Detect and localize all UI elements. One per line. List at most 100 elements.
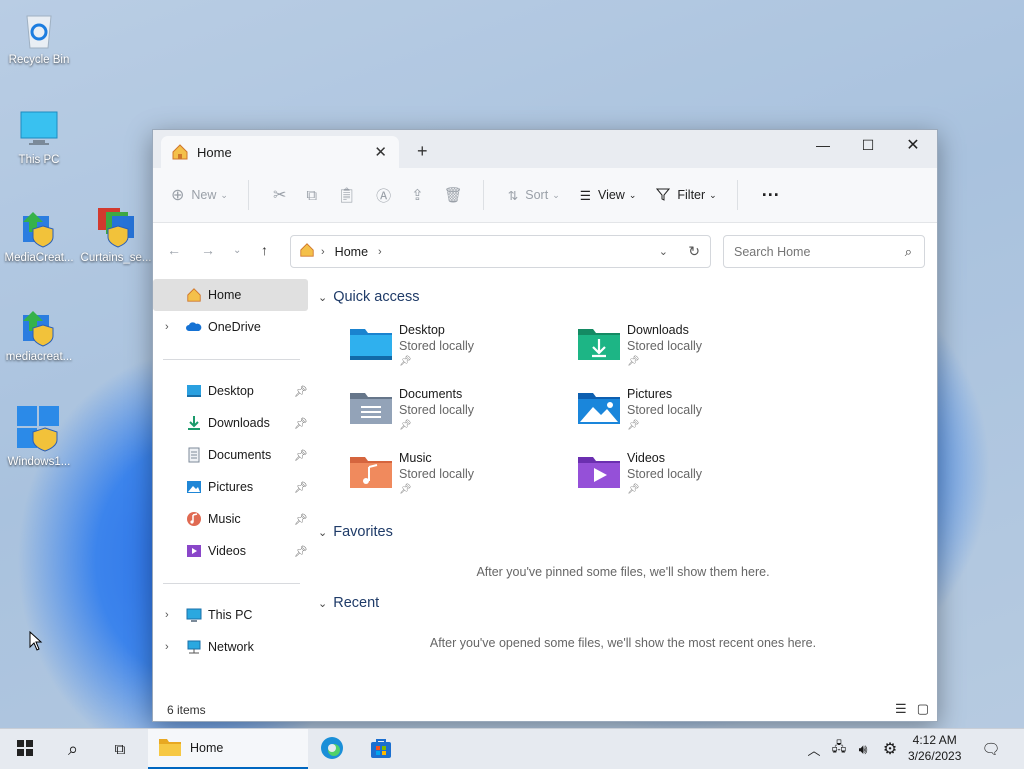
close-tab-icon[interactable]: ✕ — [374, 143, 387, 161]
more-options-button[interactable]: ··· — [762, 185, 780, 206]
show-hidden-icons-button[interactable]: ︿ — [806, 729, 822, 769]
desktop-icon-label: Recycle Bin — [8, 54, 70, 66]
nav-item-music[interactable]: Music 📌︎ — [153, 503, 308, 535]
search-icon: ⌕ — [67, 738, 79, 759]
folder-icon — [158, 737, 182, 760]
pin-icon: 📌︎ — [627, 420, 640, 431]
divider — [736, 180, 738, 210]
downloads-folder-icon — [577, 325, 621, 361]
pin-icon[interactable]: 📌︎ — [294, 385, 308, 398]
item-location: Stored locally — [627, 403, 703, 417]
details-view-icon[interactable]: ☰ — [895, 701, 907, 717]
music-note-icon — [186, 511, 202, 527]
video-icon — [186, 543, 202, 559]
chevron-right-icon[interactable]: › — [165, 641, 169, 653]
section-recent[interactable]: ⌄ Recent — [318, 595, 379, 611]
start-button[interactable] — [10, 729, 40, 769]
nav-item-onedrive[interactable]: › OneDrive — [153, 311, 308, 343]
desktop-icon-recycle-bin[interactable]: Recycle Bin — [1, 10, 77, 66]
cut-icon[interactable]: ✂ — [273, 185, 286, 205]
tiles-view-icon[interactable]: ▢ — [917, 701, 929, 717]
chevron-right-icon[interactable]: › — [165, 321, 169, 333]
nav-item-downloads[interactable]: Downloads 📌︎ — [153, 407, 308, 439]
recent-empty-message: After you've opened some files, we'll sh… — [429, 636, 817, 650]
view-button[interactable]: ☰ View ⌄ — [580, 188, 637, 203]
favorites-empty-message: After you've pinned some files, we'll sh… — [476, 565, 770, 579]
search-input[interactable] — [732, 243, 896, 260]
installer-shield-icon — [19, 208, 59, 248]
search-button[interactable]: ⌕ — [58, 729, 88, 769]
paste-icon[interactable]: 📋︎ — [337, 186, 356, 204]
pin-icon[interactable]: 📌︎ — [294, 481, 308, 494]
recent-locations-chevron-icon[interactable]: ⌄ — [233, 245, 241, 256]
nav-item-pictures[interactable]: Pictures 📌︎ — [153, 471, 308, 503]
filter-button[interactable]: Filter ⌄ — [656, 187, 717, 204]
task-view-button[interactable]: ⧉ — [105, 729, 135, 769]
maximize-button[interactable]: ☐ — [845, 130, 891, 160]
sort-button[interactable]: ⇅ Sort ⌄ — [508, 188, 560, 203]
search-icon[interactable]: ⌕ — [905, 244, 912, 260]
refresh-icon[interactable]: ↻ — [688, 243, 700, 260]
new-button[interactable]: ⊕ New ⌄ — [171, 185, 228, 205]
nav-item-documents[interactable]: Documents 📌︎ — [153, 439, 308, 471]
breadcrumb-home[interactable]: Home — [335, 245, 368, 259]
desktop-icon-label: Windows1... — [7, 456, 71, 468]
section-quick-access[interactable]: ⌄ Quick access — [318, 289, 419, 305]
share-icon[interactable]: ⇪ — [411, 186, 424, 204]
content-pane: ⌄ Quick access Desktop Stored locally 📌︎… — [313, 277, 933, 697]
pin-icon: 📌︎ — [399, 420, 412, 431]
pin-icon[interactable]: 📌︎ — [294, 417, 308, 430]
nav-item-home[interactable]: Home — [153, 279, 308, 311]
section-title: Favorites — [333, 524, 393, 540]
notifications-button[interactable]: 🗨︎ — [980, 729, 1002, 769]
quick-access-item-downloads[interactable]: Downloads Stored locally 📌︎ — [577, 323, 787, 383]
volume-tray-icon[interactable]: 🔊︎ — [853, 729, 873, 769]
address-dropdown-icon[interactable]: ⌄ — [659, 245, 668, 258]
nav-item-network[interactable]: › Network — [153, 631, 308, 663]
section-favorites[interactable]: ⌄ Favorites — [318, 524, 393, 540]
delete-icon[interactable]: 🗑︎ — [444, 186, 463, 204]
back-arrow-icon[interactable]: ← — [167, 242, 181, 258]
new-tab-button[interactable]: + — [417, 141, 428, 162]
gear-icon: ⚙ — [882, 741, 898, 758]
desktop-icon-windows-setup[interactable]: Windows1... — [1, 404, 77, 468]
quick-access-item-desktop[interactable]: Desktop Stored locally 📌︎ — [349, 323, 559, 383]
quick-access-item-videos[interactable]: Videos Stored locally 📌︎ — [577, 451, 787, 511]
nav-item-label: Music — [208, 512, 241, 526]
up-arrow-icon[interactable]: ↑ — [261, 242, 268, 258]
quick-access-item-documents[interactable]: Documents Stored locally 📌︎ — [349, 387, 559, 447]
tab-home[interactable]: Home ✕ — [161, 136, 399, 168]
speaker-icon: 🔊︎ — [858, 740, 868, 757]
settings-tray-icon[interactable]: ⚙ — [880, 729, 900, 769]
desktop-icon-curtains[interactable]: Curtains_se... — [78, 208, 154, 264]
desktop-icon-mediacreation-lower[interactable]: mediacreat... — [1, 307, 77, 363]
quick-access-item-pictures[interactable]: Pictures Stored locally 📌︎ — [577, 387, 787, 447]
quick-access-item-music[interactable]: Music Stored locally 📌︎ — [349, 451, 559, 511]
taskbar-edge[interactable] — [318, 729, 346, 769]
taskbar-store[interactable] — [367, 729, 395, 769]
pin-icon[interactable]: 📌︎ — [294, 449, 308, 462]
address-bar[interactable]: › Home › ⌄ ↻ — [290, 235, 711, 268]
minimize-button[interactable]: — — [800, 130, 846, 160]
nav-item-label: Network — [208, 640, 254, 654]
nav-item-this-pc[interactable]: › This PC — [153, 599, 308, 631]
copy-icon[interactable]: ⧉ — [306, 187, 317, 204]
network-tray-icon[interactable]: 🖧︎ — [829, 729, 849, 769]
filter-icon — [656, 187, 671, 204]
chevron-right-icon[interactable]: › — [165, 609, 169, 621]
monitor-icon — [186, 607, 202, 623]
desktop-icon-mediacreationtool[interactable]: MediaCreat... — [1, 208, 77, 264]
nav-item-videos[interactable]: Videos 📌︎ — [153, 535, 308, 567]
nav-item-label: Documents — [208, 448, 272, 462]
clock[interactable]: 4:12 AM 3/26/2023 — [908, 732, 961, 764]
pin-icon[interactable]: 📌︎ — [294, 545, 308, 558]
mouse-cursor-icon — [29, 630, 43, 654]
rename-icon[interactable]: Ⓐ — [376, 185, 391, 206]
clock-time: 4:12 AM — [912, 733, 957, 747]
nav-item-desktop[interactable]: Desktop 📌︎ — [153, 375, 308, 407]
close-window-button[interactable]: ✕ — [890, 130, 936, 160]
forward-arrow-icon[interactable]: → — [201, 242, 215, 258]
taskbar-file-explorer[interactable]: Home — [148, 729, 308, 769]
desktop-icon-this-pc[interactable]: This PC — [1, 110, 77, 166]
pin-icon[interactable]: 📌︎ — [294, 513, 308, 526]
